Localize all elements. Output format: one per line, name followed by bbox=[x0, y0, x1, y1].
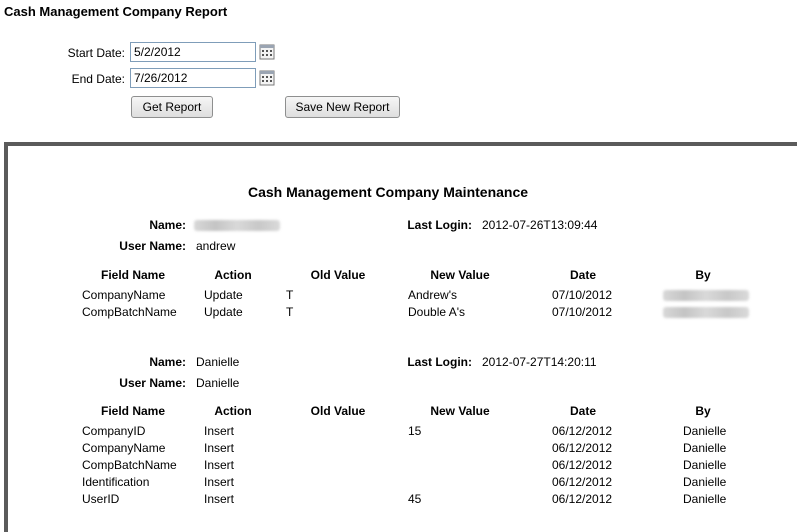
end-date-input[interactable] bbox=[130, 68, 256, 88]
date-cell: 07/10/2012 bbox=[552, 288, 613, 302]
action-cell: Insert bbox=[204, 441, 235, 455]
redacted-by bbox=[663, 307, 749, 318]
new-value-cell: Double A's bbox=[408, 305, 465, 319]
by-cell: Danielle bbox=[683, 441, 727, 455]
field-name-cell: Identification bbox=[82, 475, 150, 489]
field-name-cell: CompanyID bbox=[82, 424, 146, 438]
by-cell: Danielle bbox=[683, 424, 727, 438]
col-header-by: By bbox=[695, 404, 711, 418]
report-panel: Cash Management Company Maintenance Name… bbox=[4, 142, 797, 532]
last-login-value: 2012-07-27T14:20:11 bbox=[482, 355, 597, 369]
col-header-action: Action bbox=[214, 404, 252, 418]
user-name-label: User Name: bbox=[119, 376, 186, 390]
col-header-old-value: Old Value bbox=[310, 268, 366, 282]
by-cell: Danielle bbox=[683, 492, 727, 506]
col-header-action: Action bbox=[214, 268, 252, 282]
col-header-new-value: New Value bbox=[430, 268, 490, 282]
col-header-field-name: Field Name bbox=[100, 268, 166, 282]
last-login-value: 2012-07-26T13:09:44 bbox=[482, 218, 598, 232]
date-cell: 06/12/2012 bbox=[552, 441, 613, 455]
get-report-button[interactable]: Get Report bbox=[131, 96, 213, 118]
field-name-cell: CompanyName bbox=[82, 288, 166, 302]
report-title: Cash Management Company Maintenance bbox=[247, 184, 529, 200]
new-value-cell: 45 bbox=[408, 492, 422, 506]
calendar-icon[interactable] bbox=[259, 44, 275, 60]
old-value-cell: T bbox=[286, 305, 294, 319]
action-cell: Insert bbox=[204, 475, 235, 489]
col-header-date: Date bbox=[569, 404, 596, 418]
col-header-field-name: Field Name bbox=[100, 404, 166, 418]
user-name-value: Danielle bbox=[196, 376, 240, 390]
last-login-label: Last Login: bbox=[407, 355, 472, 369]
col-header-by: By bbox=[695, 268, 711, 282]
start-date-label: Start Date: bbox=[67, 46, 125, 60]
col-header-date: Date bbox=[569, 268, 596, 282]
page-title: Cash Management Company Report bbox=[4, 4, 228, 19]
date-cell: 06/12/2012 bbox=[552, 492, 613, 506]
calendar-icon[interactable] bbox=[259, 70, 275, 86]
redacted-by bbox=[663, 290, 749, 301]
action-cell: Update bbox=[204, 305, 243, 319]
redacted-name bbox=[194, 220, 280, 231]
start-date-input[interactable] bbox=[130, 42, 256, 62]
last-login-label: Last Login: bbox=[407, 218, 472, 232]
action-cell: Insert bbox=[204, 458, 235, 472]
field-name-cell: UserID bbox=[82, 492, 120, 506]
field-name-cell: CompanyName bbox=[82, 441, 166, 455]
col-header-new-value: New Value bbox=[430, 404, 490, 418]
save-new-report-button[interactable]: Save New Report bbox=[285, 96, 400, 118]
by-cell: Danielle bbox=[683, 475, 727, 489]
action-cell: Insert bbox=[204, 492, 235, 506]
field-name-cell: CompBatchName bbox=[82, 458, 177, 472]
action-cell: Update bbox=[204, 288, 243, 302]
name-value: Danielle bbox=[196, 355, 240, 369]
new-value-cell: Andrew's bbox=[408, 288, 457, 302]
by-cell: Danielle bbox=[683, 458, 727, 472]
new-value-cell: 15 bbox=[408, 424, 422, 438]
end-date-label: End Date: bbox=[71, 72, 125, 86]
date-cell: 06/12/2012 bbox=[552, 458, 613, 472]
user-name-value: andrew bbox=[196, 239, 236, 253]
date-cell: 07/10/2012 bbox=[552, 305, 613, 319]
old-value-cell: T bbox=[286, 288, 294, 302]
user-name-label: User Name: bbox=[119, 239, 186, 253]
action-cell: Insert bbox=[204, 424, 235, 438]
date-cell: 06/12/2012 bbox=[552, 424, 613, 438]
date-cell: 06/12/2012 bbox=[552, 475, 613, 489]
name-label: Name: bbox=[149, 218, 186, 232]
col-header-old-value: Old Value bbox=[310, 404, 366, 418]
field-name-cell: CompBatchName bbox=[82, 305, 177, 319]
name-label: Name: bbox=[149, 355, 186, 369]
